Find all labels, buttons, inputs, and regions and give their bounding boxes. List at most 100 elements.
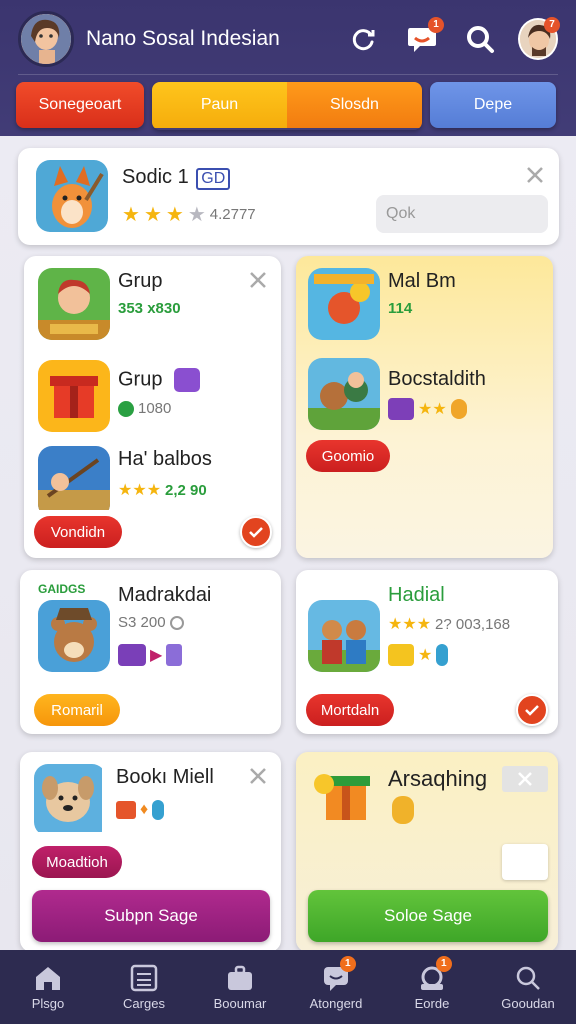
nav-label: Plsgo <box>31 995 65 1011</box>
gem-icon <box>174 368 201 392</box>
calculator-icon <box>130 964 158 991</box>
nav-label: Gooudan <box>501 995 555 1011</box>
nav-item-carges[interactable]: Carges <box>96 950 192 1024</box>
star-icon: ★★ <box>418 401 447 418</box>
close-icon[interactable] <box>524 164 548 188</box>
bottom-right-big-button[interactable]: Soloe Sage <box>308 890 548 942</box>
search-icon[interactable] <box>460 19 500 59</box>
bottom-nav: Plsgo Carges Booumar 1 Atongerd 1 Eorde … <box>0 950 576 1024</box>
bottom-left-card: Bookı Miell ♦ Moadtioh Subpn Sage <box>20 752 281 952</box>
coin-icon <box>118 400 134 417</box>
item-name: Grup <box>118 270 163 292</box>
arrow-right-icon: ▶ <box>150 647 163 664</box>
star-icon: ★ <box>418 647 433 664</box>
nav-item-home[interactable]: Plsgo <box>0 950 96 1024</box>
quick-search-input[interactable] <box>376 195 548 233</box>
nav-badge: 1 <box>339 956 356 972</box>
close-icon[interactable] <box>248 270 272 294</box>
header-divider <box>18 74 558 75</box>
right-group-card: Mal Bm 114 Bocstaldith ★★ Goomio <box>296 256 553 558</box>
tab-slosdn[interactable]: Slosdn <box>287 82 422 128</box>
category-tabs: Sonegeoart Paun Slosdn Depe <box>16 82 561 130</box>
close-icon[interactable] <box>248 766 272 790</box>
item-meta: 353 x830 <box>118 300 181 317</box>
mid-right-meta: ★★★ 2? 003,168 <box>388 614 510 634</box>
friends-app-icon[interactable] <box>308 600 380 672</box>
mid-left-button[interactable]: Romaril <box>34 694 120 726</box>
close-icon <box>518 772 532 786</box>
item-name-3: Ha' balbos <box>118 448 212 470</box>
right-group-button[interactable]: Goomio <box>306 440 390 472</box>
item-name-text: Grup <box>118 368 163 391</box>
badge-icon <box>502 844 548 880</box>
item-meta-value: 1080 <box>138 400 172 417</box>
tab-group: Paun Slosdn <box>152 82 422 130</box>
gift-stack-icon <box>310 764 376 826</box>
user-avatar[interactable] <box>18 11 74 67</box>
fox-app-icon <box>36 160 108 232</box>
flame-icon: ♦ <box>140 801 149 818</box>
bottom-left-rewards: ♦ <box>116 800 165 820</box>
left-group-button[interactable]: Vondidn <box>34 516 122 548</box>
farm-app-icon[interactable] <box>38 268 110 340</box>
close-box[interactable] <box>502 766 548 792</box>
search-icon <box>516 966 540 990</box>
chat-badge: 1 <box>428 17 444 33</box>
item-name-2: Bocstaldith <box>388 368 486 390</box>
quest-app-icon[interactable] <box>308 268 380 340</box>
coin-bag-icon <box>392 796 414 824</box>
crate-icon <box>116 801 136 819</box>
dog-app-icon[interactable] <box>34 764 106 836</box>
bottom-left-small-button[interactable]: Moadtioh <box>32 846 122 878</box>
mid-left-meta: S3 200 <box>118 614 184 631</box>
mid-right-card: Hadial ★★★ 2? 003,168 ★ Mortdaln <box>296 570 558 734</box>
star-empty-icon: ★ <box>187 204 206 226</box>
chest-icon <box>388 398 414 420</box>
refresh-icon[interactable] <box>344 19 384 59</box>
profile-badge: 7 <box>544 17 560 33</box>
home-icon <box>36 966 60 990</box>
bottom-right-name: Arsaqhing <box>388 766 488 791</box>
bear-chef-app-icon[interactable] <box>38 600 110 672</box>
nav-item-booumar[interactable]: Booumar <box>192 950 288 1024</box>
banner-text: GAIDGS <box>38 582 86 596</box>
mid-left-name: Madrakdai <box>118 584 212 606</box>
bottom-left-big-button[interactable]: Subpn Sage <box>32 890 270 942</box>
briefcase-icon <box>228 965 252 990</box>
tab-sonegeoart[interactable]: Sonegeoart <box>16 82 144 128</box>
info-icon <box>169 615 184 630</box>
star-icon: ★★★ <box>388 616 432 633</box>
mid-left-meta-value: S3 200 <box>118 614 166 631</box>
bear-app-icon[interactable] <box>308 358 380 430</box>
profile-button[interactable]: 7 <box>518 17 560 60</box>
item-meta-2: 1080 <box>118 400 171 417</box>
nav-item-gooudan[interactable]: Gooudan <box>480 950 576 1024</box>
potion-icon <box>436 644 449 666</box>
item-meta-2: ★★ <box>388 398 467 420</box>
nav-item-eorde[interactable]: 1 Eorde <box>384 950 480 1024</box>
tab-paun[interactable]: Paun <box>152 82 287 128</box>
nav-label: Booumar <box>213 995 267 1011</box>
item-name-2: Grup <box>118 368 201 392</box>
check-icon[interactable] <box>240 516 272 548</box>
nav-label: Atongerd <box>309 995 363 1011</box>
app-header: Nano Sosal Indesian 1 7 <box>0 0 576 78</box>
nav-item-atongerd[interactable]: 1 Atongerd <box>288 950 384 1024</box>
tab-depe[interactable]: Depe <box>430 82 556 128</box>
star-icon: ★ <box>165 204 184 226</box>
nav-badge: 1 <box>435 956 452 972</box>
gift-app-icon[interactable] <box>38 360 110 432</box>
item-meta-value: 2,2 90 <box>165 481 207 499</box>
featured-card[interactable]: Sodic 1 GD ★ ★ ★ ★ 4.2777 <box>18 148 559 245</box>
adventure-app-icon[interactable] <box>38 446 110 518</box>
left-group-card: Grup 353 x830 Grup 1080 Ha' balbos ★★★ 2… <box>24 256 281 558</box>
chat-icon[interactable]: 1 <box>402 17 444 59</box>
mid-right-button[interactable]: Mortdaln <box>306 694 394 726</box>
item-name: Mal Bm <box>388 270 456 292</box>
item-meta-3: ★★★ 2,2 90 <box>118 480 207 500</box>
mid-left-card: GAIDGS Madrakdai S3 200 ▶ Romaril <box>20 570 281 734</box>
bottom-right-card: Arsaqhing Soloe Sage <box>296 752 558 952</box>
nav-label: Eorde <box>414 995 450 1011</box>
check-icon[interactable] <box>516 694 548 726</box>
potion-icon <box>152 800 165 820</box>
